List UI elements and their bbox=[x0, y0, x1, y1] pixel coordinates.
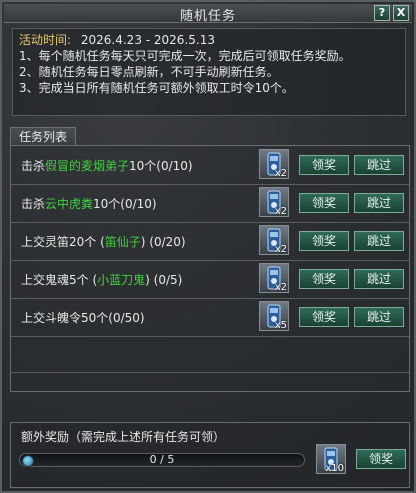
task-description: 上交鬼魂5个 (小蓝刀鬼) (0/5) bbox=[21, 271, 182, 288]
bonus-reward-item-icon[interactable]: x10 bbox=[316, 444, 346, 474]
rule-line: 1、每个随机任务每天只可完成一次，完成后可领取任务奖励。 bbox=[19, 49, 351, 63]
bonus-progress-text: 0 / 5 bbox=[149, 453, 175, 466]
reward-item-icon[interactable]: x2 bbox=[259, 263, 289, 293]
claim-reward-button[interactable]: 领奖 bbox=[299, 269, 349, 289]
activity-time-value: 2026.4.23 - 2026.5.13 bbox=[80, 33, 215, 47]
reward-item-icon[interactable]: x2 bbox=[259, 225, 289, 255]
activity-time-label: 活动时间: bbox=[19, 33, 72, 47]
claim-reward-button[interactable]: 领奖 bbox=[299, 231, 349, 251]
reward-item-icon[interactable]: x2 bbox=[259, 149, 289, 179]
skip-task-button[interactable]: 跳过 bbox=[354, 269, 404, 289]
reward-count: x2 bbox=[274, 282, 287, 293]
task-description: 击杀云中虎粪10个(0/10) bbox=[21, 195, 157, 212]
tab-task-list[interactable]: 任务列表 bbox=[10, 127, 76, 146]
task-row: 上交斗魄令50个(0/50) x5 领奖 跳过 bbox=[11, 298, 409, 337]
empty-task-row bbox=[11, 336, 409, 373]
task-description: 上交斗魄令50个(0/50) bbox=[21, 309, 145, 326]
task-target-name: 假冒的麦烟弟子 bbox=[45, 159, 130, 173]
task-target-name: 笛仙子 bbox=[104, 235, 141, 249]
claim-reward-button[interactable]: 领奖 bbox=[299, 307, 349, 327]
rule-line: 2、随机任务每日零点刷新，不可手动刷新任务。 bbox=[19, 65, 279, 79]
rule-line: 3、完成当日所有随机任务可额外领取工时令10个。 bbox=[19, 81, 294, 95]
task-row: 上交灵笛20个 (笛仙子) (0/20) x2 领奖 跳过 bbox=[11, 222, 409, 261]
bonus-claim-button[interactable]: 领奖 bbox=[356, 449, 406, 469]
reward-count: x2 bbox=[274, 244, 287, 255]
reward-item-icon[interactable]: x5 bbox=[259, 301, 289, 331]
task-text-prefix: 击杀 bbox=[21, 159, 46, 173]
skip-task-button[interactable]: 跳过 bbox=[354, 155, 404, 175]
task-text-suffix: ) (0/20) bbox=[140, 235, 186, 249]
bonus-reward-count: x10 bbox=[325, 463, 344, 474]
window-title: 随机任务 bbox=[179, 9, 236, 24]
skip-task-button[interactable]: 跳过 bbox=[354, 193, 404, 213]
activity-info-box: 活动时间: 2026.4.23 - 2026.5.13 1、每个随机任务每天只可… bbox=[12, 28, 406, 116]
skip-task-button[interactable]: 跳过 bbox=[354, 307, 404, 327]
task-description: 击杀假冒的麦烟弟子10个(0/10) bbox=[21, 157, 193, 174]
task-target-name: 小蓝刀鬼 bbox=[97, 273, 146, 287]
skip-task-button[interactable]: 跳过 bbox=[354, 231, 404, 251]
task-description: 上交灵笛20个 (笛仙子) (0/20) bbox=[21, 233, 186, 250]
reward-count: x2 bbox=[274, 168, 287, 179]
task-text-prefix: 上交斗魄令50个(0/50) bbox=[21, 311, 145, 325]
task-target-name: 云中虎粪 bbox=[45, 197, 94, 211]
close-button[interactable]: X bbox=[393, 5, 409, 21]
activity-time-row: 活动时间: 2026.4.23 - 2026.5.13 bbox=[19, 32, 399, 48]
reward-count: x2 bbox=[274, 206, 287, 217]
bonus-progress-bar: 0 / 5 bbox=[19, 453, 305, 467]
help-button[interactable]: ? bbox=[374, 5, 390, 21]
task-text-suffix: 10个(0/10) bbox=[129, 159, 193, 173]
bonus-title: 额外奖励（需完成上述所有任务可领） bbox=[21, 430, 226, 444]
reward-item-icon[interactable]: x2 bbox=[259, 187, 289, 217]
bonus-reward-panel: 额外奖励（需完成上述所有任务可领） 0 / 5 x10 领奖 bbox=[10, 422, 410, 488]
task-text-prefix: 击杀 bbox=[21, 197, 46, 211]
reward-count: x5 bbox=[274, 320, 287, 331]
task-text-suffix: ) (0/5) bbox=[145, 273, 183, 287]
task-row: 上交鬼魂5个 (小蓝刀鬼) (0/5) x2 领奖 跳过 bbox=[11, 260, 409, 299]
claim-reward-button[interactable]: 领奖 bbox=[299, 193, 349, 213]
task-text-suffix: 10个(0/10) bbox=[93, 197, 157, 211]
task-row: 击杀云中虎粪10个(0/10) x2 领奖 跳过 bbox=[11, 184, 409, 223]
task-list-panel: 击杀假冒的麦烟弟子10个(0/10) x2 领奖 跳过 击杀云中虎粪10个(0/… bbox=[10, 145, 410, 392]
title-bar[interactable]: 随机任务 ? X bbox=[4, 4, 412, 24]
task-text-prefix: 上交灵笛20个 ( bbox=[21, 235, 105, 249]
random-task-window: 随机任务 ? X 活动时间: 2026.4.23 - 2026.5.13 1、每… bbox=[0, 0, 416, 493]
task-row: 击杀假冒的麦烟弟子10个(0/10) x2 领奖 跳过 bbox=[11, 146, 409, 185]
claim-reward-button[interactable]: 领奖 bbox=[299, 155, 349, 175]
task-text-prefix: 上交鬼魂5个 ( bbox=[21, 273, 98, 287]
